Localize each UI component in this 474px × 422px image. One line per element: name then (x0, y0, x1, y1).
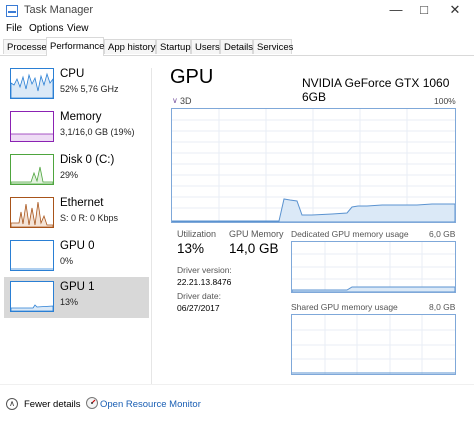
tab-startup[interactable]: Startup (156, 39, 191, 54)
utilization-label: Utilization (177, 229, 217, 239)
minimize-button[interactable]: — (382, 0, 410, 22)
sidebar-divider (151, 68, 152, 384)
sidebar-item-title: GPU 1 (60, 281, 95, 293)
gpu-memory-value: 14,0 GB (229, 241, 279, 256)
page-title: GPU (170, 66, 214, 88)
menu-options[interactable]: Options (29, 23, 63, 34)
menu-view[interactable]: View (67, 23, 89, 34)
disk-thumbnail-graph (10, 154, 54, 185)
open-resource-monitor-link[interactable]: Open Resource Monitor (100, 399, 201, 410)
dedicated-memory-max: 6,0 GB (429, 229, 456, 239)
memory-thumbnail-graph (10, 111, 54, 142)
sidebar-item-ethernet[interactable]: Ethernet S: 0 R: 0 Kbps (4, 193, 149, 234)
engine-selector[interactable]: 3D (180, 96, 192, 106)
sidebar-item-subtitle: S: 0 R: 0 Kbps (60, 213, 119, 223)
sidebar-item-title: Memory (60, 111, 102, 123)
sidebar-item-subtitle: 52% 5,76 GHz (60, 84, 119, 94)
tab-services[interactable]: Services (253, 39, 293, 54)
gpu-0-thumbnail-graph (10, 240, 54, 271)
shared-memory-max: 8,0 GB (429, 302, 456, 312)
collapse-chevron-icon[interactable]: ∧ (6, 398, 18, 410)
sidebar-item-subtitle: 29% (60, 170, 79, 180)
ethernet-thumbnail-graph (10, 197, 54, 228)
sidebar-item-cpu[interactable]: CPU 52% 5,76 GHz (4, 64, 149, 105)
tab-users[interactable]: Users (191, 39, 220, 54)
sidebar-item-subtitle: 3,1/16,0 GB (19%) (60, 127, 135, 137)
dedicated-memory-label: Dedicated GPU memory usage (291, 229, 409, 239)
close-button[interactable]: ✕ (441, 0, 469, 22)
gpu-memory-label: GPU Memory (229, 229, 284, 239)
dedicated-memory-graph (291, 241, 456, 293)
driver-version-label: Driver version: (177, 265, 232, 275)
sidebar-item-gpu-0[interactable]: GPU 0 0% (4, 236, 149, 277)
task-manager-icon (6, 5, 18, 17)
utilization-value: 13% (177, 241, 205, 256)
maximize-button[interactable]: □ (410, 0, 438, 22)
engine-graph-max-label: 100% (434, 96, 456, 106)
fewer-details-button[interactable]: Fewer details (24, 399, 81, 410)
shared-memory-label: Shared GPU memory usage (291, 302, 398, 312)
sidebar-item-disk[interactable]: Disk 0 (C:) 29% (4, 150, 149, 191)
sidebar-item-title: GPU 0 (60, 240, 95, 252)
sidebar-item-memory[interactable]: Memory 3,1/16,0 GB (19%) (4, 107, 149, 148)
tab-app-history[interactable]: App history (104, 39, 156, 54)
sidebar-item-gpu-1[interactable]: GPU 1 13% (4, 277, 149, 318)
shared-memory-graph (291, 314, 456, 375)
tab-performance[interactable]: Performance (46, 37, 104, 56)
driver-date-value: 06/27/2017 (177, 303, 220, 313)
gpu-1-thumbnail-graph (10, 281, 54, 312)
resource-monitor-icon (86, 397, 98, 409)
sidebar-item-title: Disk 0 (C:) (60, 154, 115, 166)
driver-version-value: 22.21.13.8476 (177, 277, 232, 287)
menu-file[interactable]: File (6, 23, 22, 34)
3d-engine-graph (171, 108, 456, 223)
window-title: Task Manager (24, 4, 94, 16)
tab-details[interactable]: Details (220, 39, 253, 54)
tab-processes[interactable]: Processes (3, 39, 51, 54)
cpu-thumbnail-graph (10, 68, 54, 99)
sidebar-item-title: Ethernet (60, 197, 104, 209)
engine-dropdown-chevron-icon[interactable]: ∨ (172, 96, 178, 105)
sidebar-item-subtitle: 0% (60, 256, 74, 266)
driver-date-label: Driver date: (177, 291, 221, 301)
sidebar-item-subtitle: 13% (60, 297, 79, 307)
sidebar-item-title: CPU (60, 68, 85, 80)
footer-separator (0, 384, 474, 385)
